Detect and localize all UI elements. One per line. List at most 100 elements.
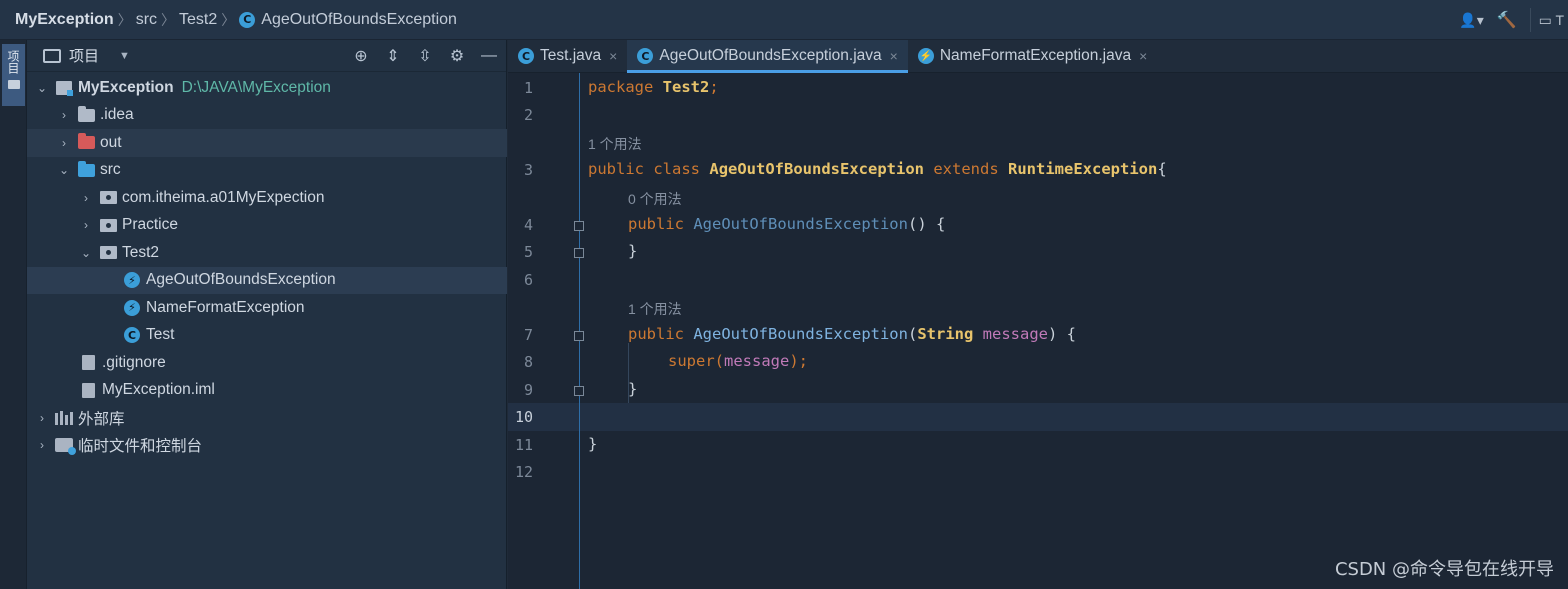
code-line-9: }: [628, 380, 637, 398]
breadcrumb-project[interactable]: MyException: [15, 11, 114, 29]
keyword: class: [653, 160, 701, 178]
tree-item-label: .idea: [100, 106, 134, 124]
tab-label: AgeOutOfBoundsException.java: [659, 47, 882, 64]
expand-all-icon[interactable]: ⇕: [382, 45, 404, 67]
navigation-bar: MyException 〉 src 〉 Test2 〉 C AgeOutOfBo…: [0, 0, 1568, 40]
line-number: 2: [523, 106, 533, 124]
code-line-4: public AgeOutOfBoundsException() {: [628, 215, 945, 233]
usage-hint[interactable]: 0 个用法: [628, 189, 682, 209]
breadcrumb-test2[interactable]: Test2: [179, 11, 217, 29]
line-number: 4: [523, 216, 533, 234]
chevron-down-icon[interactable]: ▼: [119, 50, 130, 62]
run-config-selector[interactable]: ▭ T: [1539, 12, 1568, 29]
tab-label: Test.java: [540, 47, 602, 64]
locate-target-icon[interactable]: ⊕: [350, 45, 372, 67]
usage-hint[interactable]: 1 个用法: [628, 299, 682, 319]
line-number: 8: [523, 353, 533, 371]
tree-item-gitignore[interactable]: .gitignore: [27, 349, 507, 377]
breadcrumb-separator: 〉: [221, 11, 236, 28]
close-icon[interactable]: ×: [890, 48, 898, 64]
chevron-down-icon[interactable]: ⌄: [57, 163, 71, 177]
library-icon: [55, 410, 73, 425]
collapse-all-icon[interactable]: ⇳: [414, 45, 436, 67]
keyword: extends: [933, 160, 999, 178]
chevron-right-icon[interactable]: ›: [35, 438, 49, 452]
gear-icon[interactable]: ⚙: [446, 45, 468, 67]
tree-item-test[interactable]: C Test: [27, 322, 507, 350]
package-icon: [99, 191, 117, 205]
tree-item-practice[interactable]: › Practice: [27, 212, 507, 240]
project-tool-tab[interactable]: 项目: [2, 44, 25, 106]
chevron-down-icon[interactable]: ⌄: [79, 246, 93, 260]
class-name: AgeOutOfBoundsException: [709, 160, 924, 178]
breadcrumb-separator: 〉: [117, 11, 132, 28]
tree-item-idea[interactable]: › .idea: [27, 102, 507, 130]
tree-item-myexception[interactable]: ⌄ MyException D:\JAVA\MyException: [27, 74, 507, 102]
keyword: public: [588, 160, 644, 178]
folder-icon: [77, 105, 95, 122]
chevron-right-icon[interactable]: ›: [57, 108, 71, 122]
line-number: 5: [523, 243, 533, 261]
argument-name: message: [724, 352, 790, 370]
keyword: super: [668, 352, 715, 370]
project-panel-header: 项目 ▼ ⊕ ⇕ ⇳ ⚙ —: [27, 40, 506, 72]
watermark: CSDN @命令导包在线开导: [1334, 559, 1554, 580]
code-line-5: }: [628, 242, 637, 260]
tree-item-iml[interactable]: MyException.iml: [27, 377, 507, 405]
close-icon[interactable]: ×: [609, 48, 617, 64]
tree-item-ageoutofbounds[interactable]: ⚡ AgeOutOfBoundsException: [27, 266, 507, 294]
code-line-1: package Test2;: [588, 78, 719, 96]
tree-item-nameformat[interactable]: ⚡ NameFormatException: [27, 294, 507, 322]
user-icon[interactable]: 👤▾: [1452, 8, 1492, 32]
package-icon: [99, 246, 117, 260]
tool-window-strip: 项目: [0, 40, 27, 589]
hide-panel-icon[interactable]: —: [478, 45, 500, 67]
build-hammer-icon[interactable]: 🔨: [1492, 10, 1522, 30]
tab-test-java[interactable]: C Test.java ×: [508, 40, 627, 72]
breadcrumb-current-file[interactable]: AgeOutOfBoundsException: [261, 11, 457, 29]
line-number: 1: [523, 79, 533, 97]
chevron-right-icon[interactable]: ›: [57, 136, 71, 150]
exception-class-icon: ⚡: [123, 299, 141, 316]
tree-item-test2[interactable]: ⌄ Test2: [27, 239, 507, 267]
chevron-right-icon[interactable]: ›: [79, 191, 93, 205]
punctuation: (: [907, 325, 918, 343]
exception-class-icon: ⚡: [123, 272, 141, 289]
line-number: 7: [523, 326, 533, 344]
chevron-right-icon[interactable]: ›: [35, 411, 49, 425]
tree-item-label: com.itheima.a01MyExpection: [122, 188, 325, 206]
project-panel-title[interactable]: 项目: [69, 45, 99, 66]
scratches-icon: [55, 438, 76, 456]
breadcrumb: MyException 〉 src 〉 Test2 〉 C AgeOutOfBo…: [0, 10, 457, 30]
constructor-name: AgeOutOfBoundsException: [693, 325, 908, 343]
parameter-name: message: [982, 325, 1048, 343]
editor-area: C Test.java × C AgeOutOfBoundsException.…: [508, 40, 1568, 589]
punctuation: }: [628, 380, 638, 398]
breadcrumb-separator: 〉: [161, 11, 176, 28]
code-editor[interactable]: package Test2; 1 个用法 public class AgeOut…: [580, 73, 1568, 589]
tab-ageoutofbounds-java[interactable]: C AgeOutOfBoundsException.java ×: [627, 40, 908, 73]
run-config-label: T: [1555, 11, 1564, 28]
tree-item-label: MyException: [78, 78, 174, 96]
tree-item-external-libraries[interactable]: › 外部库: [27, 404, 507, 432]
tree-item-scratches[interactable]: › 临时文件和控制台: [27, 432, 507, 460]
tree-item-label: 临时文件和控制台: [78, 438, 203, 456]
usage-hint[interactable]: 1 个用法: [588, 134, 642, 154]
close-icon[interactable]: ×: [1139, 48, 1147, 64]
tab-nameformat-java[interactable]: ⚡ NameFormatException.java ×: [908, 40, 1157, 72]
chevron-right-icon[interactable]: ›: [79, 218, 93, 232]
code-line-7: public AgeOutOfBoundsException(String me…: [628, 325, 1076, 343]
tree-item-package[interactable]: › com.itheima.a01MyExpection: [27, 184, 507, 212]
tree-item-label: NameFormatException: [146, 298, 305, 316]
superclass-name: RuntimeException: [1008, 160, 1158, 178]
chevron-down-icon[interactable]: ⌄: [35, 81, 49, 95]
breadcrumb-src[interactable]: src: [136, 11, 157, 29]
package-icon: [99, 218, 117, 232]
keyword: public: [628, 325, 684, 343]
tree-item-label: AgeOutOfBoundsException: [146, 271, 336, 289]
project-panel: 项目 ▼ ⊕ ⇕ ⇳ ⚙ — ⌄ MyException D:\JAVA\MyE…: [27, 40, 507, 589]
line-number-gutter: 1 2 3 4 5 6 7 8 9 10 11 12: [508, 73, 584, 589]
tree-item-out[interactable]: › out: [27, 129, 507, 157]
code-line-8: super(message);: [668, 352, 808, 370]
tree-item-src[interactable]: ⌄ src: [27, 157, 507, 185]
